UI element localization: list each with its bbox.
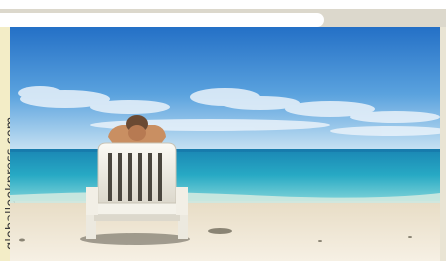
right-border bbox=[440, 27, 446, 261]
article-image-frame: globallookpress.com bbox=[0, 0, 446, 261]
top-border bbox=[0, 0, 446, 9]
beach-scene-image bbox=[10, 27, 440, 261]
beach-photo[interactable] bbox=[10, 27, 440, 261]
chair-shadow bbox=[80, 233, 190, 245]
caption-bar bbox=[0, 13, 324, 27]
